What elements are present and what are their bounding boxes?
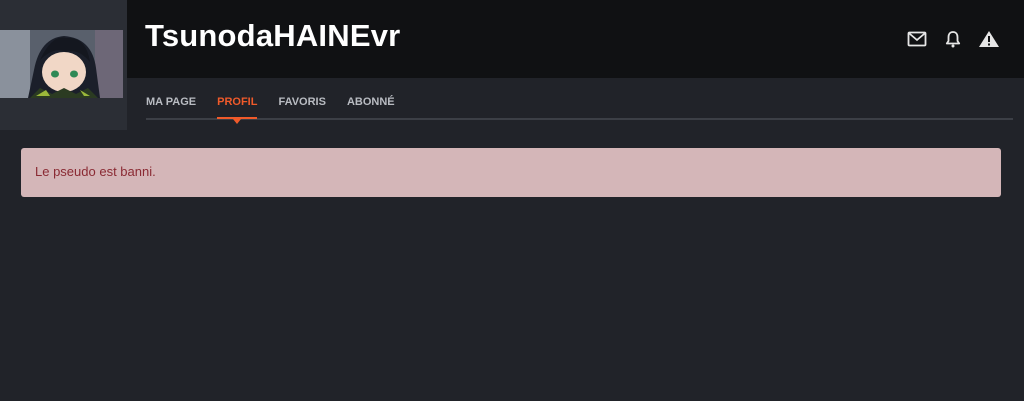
profile-tabs: MA PAGE PROFIL FAVORIS ABONNÉ (146, 78, 1013, 124)
tab-favoris[interactable]: FAVORIS (278, 96, 325, 118)
avatar-container (0, 0, 127, 130)
tab-profil[interactable]: PROFIL (217, 96, 258, 124)
warning-icon[interactable] (978, 28, 1000, 50)
active-tab-caret-icon (233, 119, 242, 124)
alert-message: Le pseudo est banni. (35, 164, 156, 179)
profile-username: TsunodaHAINEvr (145, 18, 401, 53)
bell-icon[interactable] (942, 28, 964, 50)
tab-label: PROFIL (217, 96, 258, 108)
profile-header: TsunodaHAINEvr (0, 0, 1024, 78)
tab-ma-page[interactable]: MA PAGE (146, 96, 196, 118)
mail-icon[interactable] (906, 28, 928, 50)
avatar[interactable] (0, 30, 123, 98)
profile-page: TsunodaHAINEvr MA PAGE PROFIL FAVORIS AB… (0, 0, 1024, 401)
tab-label: ABONNÉ (346, 96, 395, 108)
tab-label: MA PAGE (146, 96, 197, 108)
tab-label: FAVORIS (278, 96, 326, 108)
banned-alert: Le pseudo est banni. (21, 148, 1001, 197)
profile-nav: MA PAGE PROFIL FAVORIS ABONNÉ (146, 78, 1013, 124)
header-actions (906, 28, 1000, 50)
tab-abonne[interactable]: ABONNÉ (347, 96, 395, 118)
